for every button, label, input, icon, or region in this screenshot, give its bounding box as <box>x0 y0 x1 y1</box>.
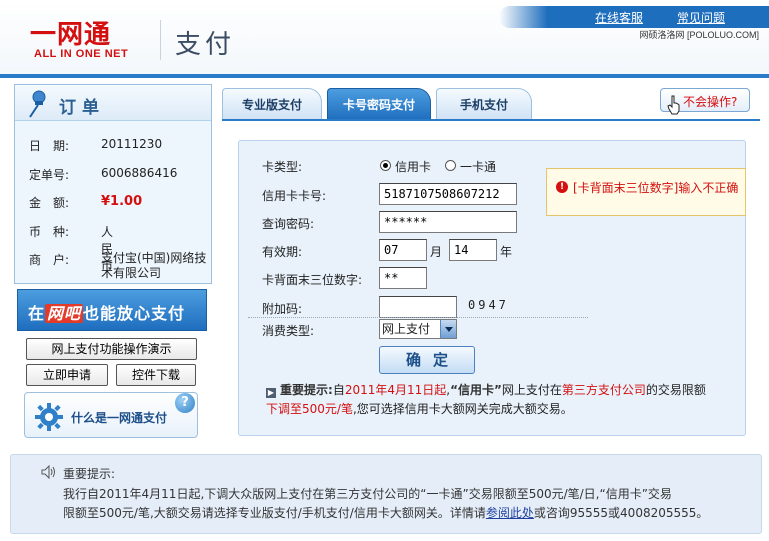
order-row-currency: 币 种: 人民币 <box>29 223 113 273</box>
bottom-notice-line1: 我行自2011年4月11日起,下调大众版网上支付在第三方支付公司的“一卡通”交易… <box>63 487 672 501</box>
tab-mobile[interactable]: 手机支付 <box>436 88 532 120</box>
separator <box>248 317 588 318</box>
help-button[interactable]: 不会操作? <box>660 88 750 115</box>
download-control-button[interactable]: 控件下载 <box>116 364 196 386</box>
order-label: 金 额: <box>29 196 70 210</box>
order-row-merchant: 商 户: 支付宝(中国)网络技术有限公司 <box>29 251 209 280</box>
internet-cafe-banner[interactable]: 在网吧 也能放心支付 <box>17 289 207 331</box>
captcha-code: 0947 <box>468 298 509 312</box>
order-row-number: 定单号: 6006886416 <box>29 166 177 183</box>
error-message: [卡背面末三位数字]输入不正确 <box>573 181 739 195</box>
chevron-down-icon[interactable] <box>440 320 456 338</box>
expiry-month-input[interactable]: 07 <box>379 239 427 261</box>
consume-type-value: 网上支付 <box>382 322 431 336</box>
expiry-label: 有效期: <box>262 245 303 259</box>
apply-button[interactable]: 立即申请 <box>26 364 108 386</box>
logo: 一网通 ALL IN ONE NET <box>10 10 155 60</box>
order-title-bar: 订单 <box>15 85 211 121</box>
order-label: 币 种: <box>29 225 70 239</box>
details-link[interactable]: 参阅此处 <box>486 506 534 520</box>
hand-pointer-icon <box>667 95 680 115</box>
tab-professional[interactable]: 专业版支付 <box>222 88 322 120</box>
order-value: 支付宝(中国)网络技术有限公司 <box>101 251 207 280</box>
cvv-input[interactable]: ** <box>379 267 427 289</box>
order-value: 20111230 <box>101 137 163 151</box>
question-bubble-icon: ? <box>175 393 195 413</box>
radio-yikatong[interactable] <box>445 160 456 171</box>
arrow-right-icon: ▶ <box>266 388 276 398</box>
banner-text: 在网吧 也能放心支付 <box>28 304 186 323</box>
card-type-label: 卡类型: <box>262 160 303 174</box>
order-label: 商 户: <box>29 253 70 267</box>
page-title: 支付 <box>175 30 236 60</box>
about-label: 什么是一网通支付 <box>71 411 168 425</box>
logo-en: ALL IN ONE NET <box>34 48 129 60</box>
gear-icon <box>35 403 63 431</box>
consume-type-select[interactable]: 网上支付 <box>379 319 457 339</box>
month-unit: 月 <box>430 245 443 259</box>
header-rule <box>0 74 769 78</box>
error-icon: ! <box>556 181 568 193</box>
order-label: 日 期: <box>29 139 70 153</box>
order-row-date: 日 期: 20111230 <box>29 137 162 154</box>
watermark: 网硕洛洛网 [POLOLUO.COM] <box>639 30 759 40</box>
order-amount: ¥1.00 <box>101 194 143 209</box>
header: 一网通 ALL IN ONE NET 支付 在线客服 常见问题 网硕洛洛网 [P… <box>0 0 769 76</box>
confirm-button[interactable]: 确定 <box>379 346 475 374</box>
demo-button[interactable]: 网上支付功能操作演示 <box>26 338 197 360</box>
extra-code-input[interactable] <box>379 296 457 318</box>
bottom-notice-line2: 限额至500元/笔,大额交易请选择专业版支付/手机支付/信用卡大额网关。详情请参… <box>63 506 709 520</box>
password-input[interactable]: ****** <box>379 211 517 233</box>
nav-online-service[interactable]: 在线客服 <box>595 9 643 26</box>
help-label: 不会操作? <box>683 95 738 109</box>
error-tooltip: ! [卡背面末三位数字]输入不正确 <box>546 168 746 216</box>
card-number-label: 信用卡卡号: <box>262 189 327 203</box>
year-unit: 年 <box>500 245 513 259</box>
password-label: 查询密码: <box>262 217 315 231</box>
tab-card-password[interactable]: 卡号密码支付 <box>327 88 431 120</box>
about-yiwangtong-link[interactable]: 什么是一网通支付 ? <box>24 392 198 438</box>
order-value: 6006886416 <box>101 166 178 180</box>
order-label: 定单号: <box>29 168 70 182</box>
consume-type-label: 消费类型: <box>262 324 315 338</box>
expiry-year-input[interactable]: 14 <box>449 239 497 261</box>
pushpin-icon <box>29 90 46 118</box>
order-row-amount: 金 额: ¥1.00 <box>29 194 142 211</box>
important-notice: ▶ 重要提示:自2011年4月11日起,“信用卡”网上支付在第三方支付公司的交易限… <box>266 383 706 416</box>
bottom-notice-title: 重要提示: <box>63 467 116 481</box>
order-panel: 订单 日 期: 20111230 定单号: 6006886416 金 额: ¥1… <box>14 84 212 284</box>
radio-yikatong-label[interactable]: 一卡通 <box>460 158 496 175</box>
radio-credit-card-label[interactable]: 信用卡 <box>395 158 431 175</box>
bottom-notice: 重要提示: 我行自2011年4月11日起,下调大众版网上支付在第三方支付公司的“… <box>10 454 762 534</box>
order-title: 订单 <box>59 98 105 118</box>
nav-faq[interactable]: 常见问题 <box>677 9 725 26</box>
extra-code-label: 附加码: <box>262 302 303 316</box>
header-divider <box>160 20 161 60</box>
logo-cn: 一网通 <box>30 20 112 50</box>
speaker-icon <box>41 465 55 479</box>
payment-page: 一网通 ALL IN ONE NET 支付 在线客服 常见问题 网硕洛洛网 [P… <box>0 0 769 541</box>
card-number-input[interactable]: 5187107508607212 <box>379 183 517 205</box>
cvv-label: 卡背面末三位数字: <box>262 273 363 287</box>
top-nav: 在线客服 常见问题 <box>499 6 769 28</box>
radio-credit-card[interactable] <box>380 160 391 171</box>
